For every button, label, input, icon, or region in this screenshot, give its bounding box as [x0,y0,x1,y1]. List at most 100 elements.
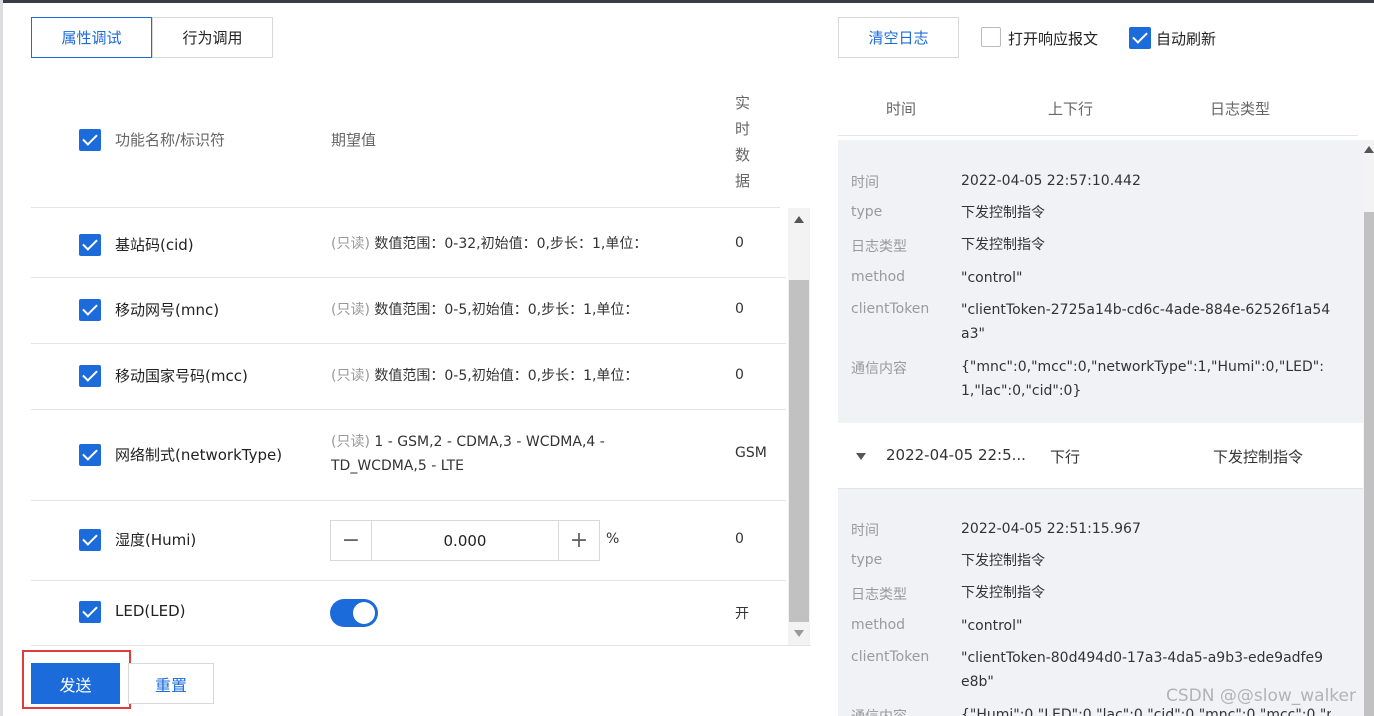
clear-log-button[interactable]: 清空日志 [838,17,959,58]
readonly-tag: (只读) [331,368,370,384]
log-key: clientToken [851,649,930,665]
decrement-button[interactable]: − [331,521,372,560]
log-key: clientToken [851,301,930,317]
table-row: 网络制式(networkType) (只读) 1 - GSM,2 - CDMA,… [31,410,786,501]
log-key: type [851,552,883,568]
row-realtime-value: 0 [735,367,744,383]
scroll-up-arrow-icon[interactable] [1364,146,1374,153]
log-entry-detail: 时间 2022-04-05 22:57:10.442 type 下发控制指令 日… [838,140,1363,423]
log-value: "control" [961,618,1023,634]
table-scrollbar[interactable] [788,208,810,645]
row-checkbox[interactable] [79,299,101,321]
row-checkbox[interactable] [79,601,101,623]
humi-stepper: − 0.000 + [330,520,600,561]
row-expected: (只读) 数值范围：0-5,初始值：0,步长：1,单位： [331,298,638,322]
log-key: method [851,617,906,633]
header-name: 功能名称/标识符 [115,131,226,149]
row-expected: (只读) 1 - GSM,2 - CDMA,3 - WCDMA,4 - TD_WC… [331,430,605,478]
divider [31,645,811,646]
log-header-type: 日志类型 [1210,100,1271,118]
auto-refresh-label: 自动刷新 [1156,30,1217,48]
row-expected: (只读) 数值范围：0-5,初始值：0,步长：1,单位： [331,364,638,388]
readonly-tag: (只读) [331,302,370,318]
window-top-border [0,0,1374,3]
increment-button[interactable]: + [558,521,599,560]
row-checkbox[interactable] [79,234,101,256]
row-realtime-value: GSM [735,445,767,461]
log-key: type [851,204,883,220]
table-row: LED(LED) 开 [31,581,786,645]
led-toggle[interactable] [330,599,378,627]
auto-refresh-checkbox[interactable] [1129,27,1151,49]
table-row: 湿度(Humi) − 0.000 + % 0 [31,501,786,581]
row-name: 湿度(Humi) [115,531,197,549]
log-key: 通信内容 [851,706,907,716]
log-value: "control" [961,270,1023,286]
log-key: 日志类型 [851,587,907,603]
readonly-tag: (只读) [331,236,370,252]
row-name: LED(LED) [115,602,186,620]
log-row-time: 2022-04-05 22:5... [886,446,1026,464]
open-response-label: 打开响应报文 [1008,30,1099,48]
row-name: 网络制式(networkType) [115,446,283,464]
log-row-type: 下发控制指令 [1213,448,1304,466]
row-desc: 数值范围：0-5,初始值：0,步长：1,单位： [374,368,639,384]
row-checkbox[interactable] [79,444,101,466]
log-value: 2022-04-05 22:57:10.442 [961,173,1141,189]
log-value: "clientToken-2725a14b-cd6c-4ade-884e-625… [961,302,1331,342]
debug-tabs: 属性调试 行为调用 [31,17,273,58]
row-name: 移动国家号码(mcc) [115,367,248,385]
log-value: 2022-04-05 22:51:15.967 [961,521,1141,537]
log-value: 下发控制指令 [961,205,1045,221]
row-realtime-value: 开 [735,606,749,622]
row-expected: (只读) 数值范围：0-32,初始值：0,步长：1,单位： [331,232,647,256]
log-entry-detail: 时间 2022-04-05 22:51:15.967 type 下发控制指令 日… [838,489,1363,716]
log-header-time: 时间 [886,100,917,118]
scroll-up-arrow-icon[interactable] [794,216,804,223]
reset-button[interactable]: 重置 [128,663,214,704]
log-key: 通信内容 [851,361,907,377]
row-checkbox[interactable] [79,365,101,387]
log-scrollbar[interactable] [1363,140,1374,716]
row-desc: 数值范围：0-5,初始值：0,步长：1,单位： [374,302,639,318]
toggle-knob [353,602,375,624]
log-row[interactable]: 2022-04-05 22:5... 下行 下发控制指令 [838,423,1363,489]
unit-label: % [606,531,620,547]
log-value: 下发控制指令 [961,237,1045,253]
header-expected: 期望值 [331,131,377,149]
scroll-down-arrow-icon[interactable] [794,630,804,637]
row-realtime-value: 0 [735,235,744,251]
log-value: 下发控制指令 [961,585,1045,601]
row-name: 移动网号(mnc) [115,301,220,319]
log-header-direction: 上下行 [1048,100,1094,118]
log-key: method [851,269,906,285]
send-button[interactable]: 发送 [31,663,120,704]
log-key: 日志类型 [851,239,907,255]
row-name: 基站码(cid) [115,236,194,254]
tab-action-call[interactable]: 行为调用 [152,17,273,58]
humi-input[interactable]: 0.000 [372,521,558,560]
row-desc: 1 - GSM,2 - CDMA,3 - WCDMA,4 - [374,434,605,450]
table-row: 移动国家号码(mcc) (只读) 数值范围：0-5,初始值：0,步长：1,单位：… [31,344,786,410]
scroll-thumb[interactable] [1364,212,1374,716]
row-desc-line2: TD_WCDMA,5 - LTE [331,458,464,474]
window-left-border [0,0,3,716]
row-realtime-value: 0 [735,531,744,547]
log-table-header: 时间 上下行 日志类型 [838,84,1358,136]
scroll-thumb[interactable] [789,280,809,622]
row-realtime-value: 0 [735,301,744,317]
log-row-direction: 下行 [1050,448,1081,466]
property-table-header: 功能名称/标识符 期望值 实 时 数 据 [31,84,780,208]
header-realtime: 实 时 数 据 [735,94,751,190]
caret-down-icon[interactable] [856,453,866,460]
watermark: CSDN @@slow_walker [1166,686,1356,706]
log-value: {"mnc":0,"mcc":0,"networkType":1,"Humi":… [961,359,1324,399]
tab-property-debug[interactable]: 属性调试 [31,17,152,58]
log-key: 时间 [851,523,879,539]
readonly-tag: (只读) [331,434,370,450]
table-row: 移动网号(mnc) (只读) 数值范围：0-5,初始值：0,步长：1,单位： 0 [31,278,786,344]
open-response-checkbox[interactable] [981,27,1001,47]
log-value: 下发控制指令 [961,553,1045,569]
select-all-checkbox[interactable] [79,129,101,151]
row-checkbox[interactable] [79,529,101,551]
